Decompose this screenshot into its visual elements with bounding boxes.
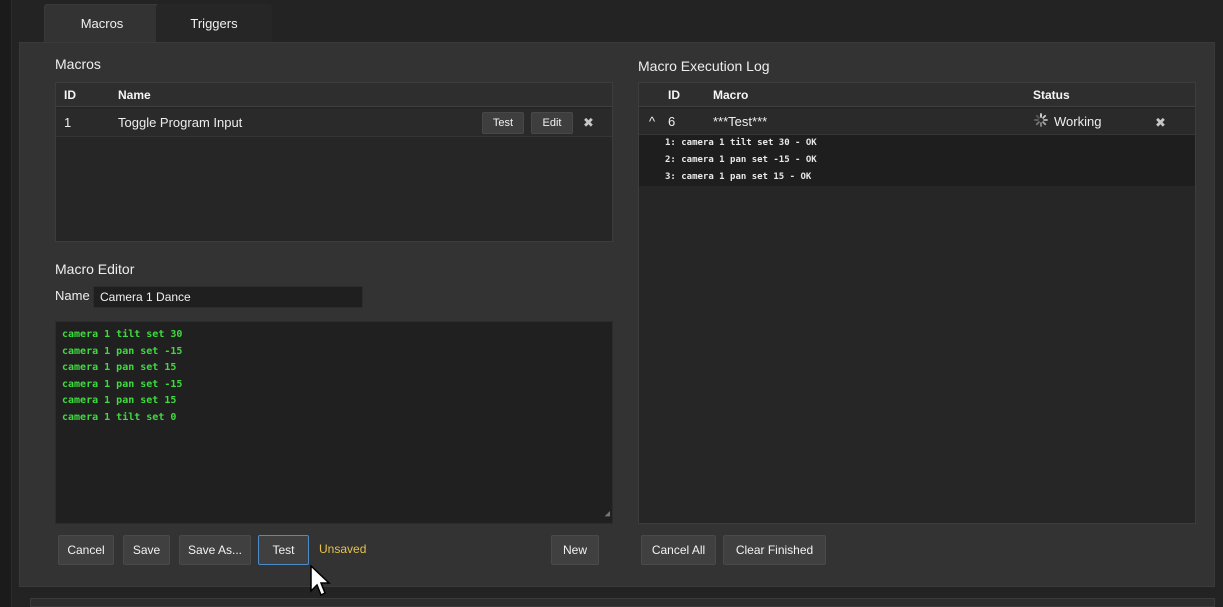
mouse-pointer-icon: [310, 565, 331, 597]
table-row[interactable]: 1 Toggle Program Input: [56, 109, 612, 137]
macro-edit-button[interactable]: Edit: [531, 112, 573, 134]
tab-triggers[interactable]: Triggers: [156, 4, 272, 42]
macros-section-title: Macros: [55, 56, 101, 72]
macro-name-input[interactable]: Camera 1 Dance: [93, 286, 363, 308]
delete-log-close-icon[interactable]: ✖: [1155, 115, 1166, 131]
macro-script-editor[interactable]: camera 1 tilt set 30 camera 1 pan set -1…: [55, 321, 613, 524]
column-header-macro[interactable]: Macro: [713, 83, 748, 107]
script-line: camera 1 tilt set 30: [62, 329, 183, 340]
macro-name-label: Name: [55, 288, 90, 303]
log-step: 3: camera 1 pan set 15 - OK: [639, 169, 1195, 186]
macro-id: 1: [64, 115, 72, 130]
cancel-all-button[interactable]: Cancel All: [641, 535, 716, 565]
script-line: camera 1 pan set 15: [62, 395, 177, 406]
spinner-icon: [1034, 113, 1048, 127]
script-line: camera 1 tilt set 0: [62, 411, 177, 423]
log-status: Working: [1054, 114, 1102, 129]
macro-name: Toggle Program Input: [118, 115, 243, 130]
unsaved-status: Unsaved: [319, 542, 367, 556]
tab-macros[interactable]: Macros: [44, 4, 160, 42]
column-header-id[interactable]: ID: [64, 83, 76, 107]
macro-test-button[interactable]: Test: [482, 112, 524, 134]
execution-log-title: Macro Execution Log: [638, 58, 770, 74]
script-line: camera 1 pan set -15: [62, 345, 183, 357]
log-table-header: ID Macro Status: [639, 83, 1195, 107]
log-step: 2: camera 1 pan set -15 - OK: [639, 152, 1195, 169]
macro-editor-title: Macro Editor: [55, 261, 135, 277]
script-line: camera 1 pan set 15: [62, 362, 177, 373]
table-row[interactable]: ^ 6 ***Test*** Working: [639, 109, 1195, 135]
new-macro-button[interactable]: New: [551, 535, 599, 565]
save-button[interactable]: Save: [123, 535, 170, 565]
log-step: 1: camera 1 tilt set 30 - OK: [639, 135, 1195, 152]
log-id: 6: [668, 114, 676, 129]
macros-table: ID Name 1 Toggle Program Input: [55, 82, 613, 242]
save-as-button[interactable]: Save As...: [179, 535, 251, 565]
bottom-panel-edge: [30, 598, 1215, 607]
test-macro-button[interactable]: Test: [258, 535, 309, 565]
log-macro-name: ***Test***: [713, 114, 768, 129]
expand-chevron-icon[interactable]: ^: [649, 109, 655, 135]
cancel-button[interactable]: Cancel: [58, 535, 114, 565]
delete-macro-close-icon[interactable]: ✖: [583, 115, 594, 131]
resize-handle-icon[interactable]: ◢: [605, 506, 610, 523]
column-header-status[interactable]: Status: [1033, 83, 1070, 107]
column-header-id[interactable]: ID: [668, 83, 680, 107]
macros-table-header: ID Name: [56, 83, 612, 107]
execution-log-table: ID Macro Status ^ 6 ***Test*** Working 1…: [638, 82, 1196, 524]
clear-finished-button[interactable]: Clear Finished: [723, 535, 826, 565]
script-line: camera 1 pan set -15: [62, 378, 183, 390]
column-header-name[interactable]: Name: [118, 83, 151, 107]
